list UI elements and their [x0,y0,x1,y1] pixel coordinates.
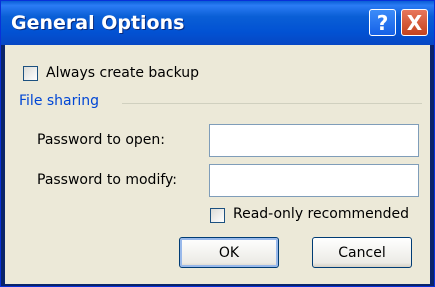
always-create-backup-label[interactable]: Always create backup [46,65,199,81]
password-to-open-label: Password to open: [37,132,166,148]
dialog-title: General Options [11,12,185,34]
password-to-modify-field[interactable] [209,164,419,197]
password-to-modify-label: Password to modify: [37,172,177,188]
file-sharing-section-label: File sharing [19,93,100,109]
title-bar[interactable]: General Options ? X [1,1,434,45]
general-options-dialog: General Options ? X Always create backup… [0,0,435,287]
password-to-open-field[interactable] [209,124,419,157]
help-icon: ? [376,10,389,35]
read-only-recommended-checkbox[interactable] [210,208,225,223]
ok-button[interactable]: OK [179,237,279,268]
section-divider [122,103,422,104]
cancel-button[interactable]: Cancel [312,237,412,268]
help-button[interactable]: ? [369,9,396,36]
dialog-body: Always create backup File sharing Passwo… [5,45,430,284]
read-only-recommended-label[interactable]: Read-only recommended [233,206,409,222]
always-create-backup-checkbox[interactable] [23,66,38,81]
close-button[interactable]: X [401,9,428,36]
close-icon: X [406,10,423,35]
